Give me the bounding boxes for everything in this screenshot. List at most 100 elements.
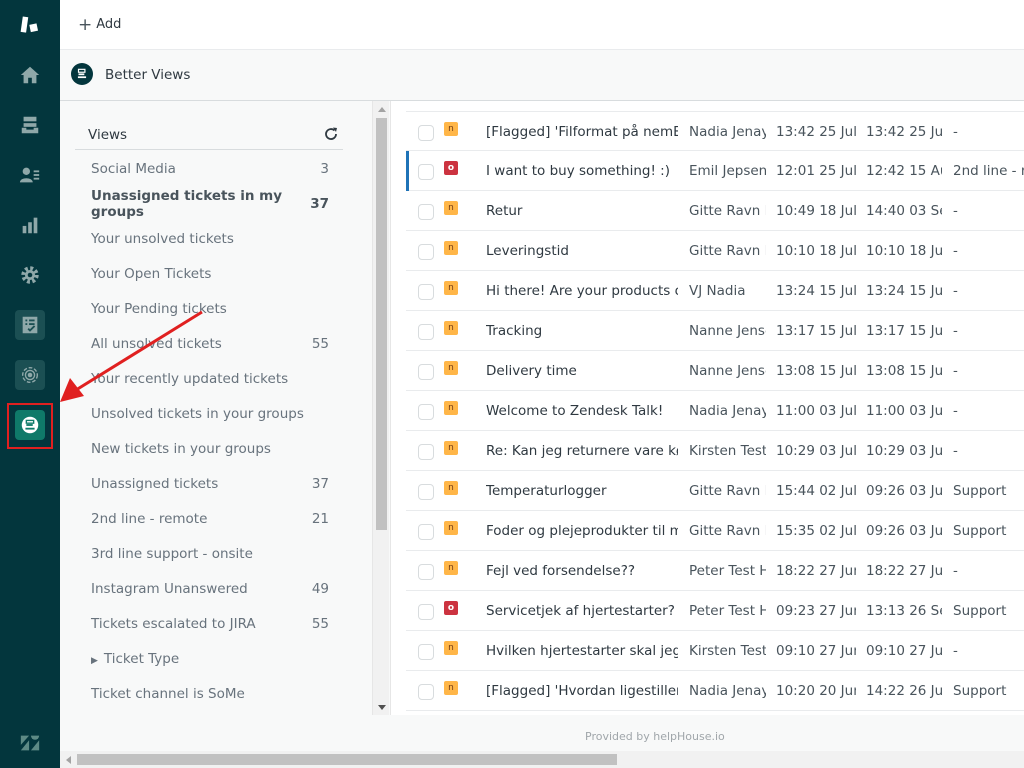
horizontal-scrollbar-thumb[interactable] <box>77 754 617 765</box>
ticket-subject[interactable]: Fejl ved forsendelse?? <box>486 563 678 579</box>
ticket-row[interactable]: n Tracking Nanne Jensen 13:17 15 Jul 13:17 1… <box>406 311 1024 351</box>
view-item[interactable]: Your recently updated tickets <box>75 361 343 396</box>
view-item[interactable]: 2nd line - remote 21 <box>75 501 343 536</box>
status-badge: n <box>444 122 458 136</box>
view-item[interactable]: Instagram Unanswered 49 <box>75 571 343 606</box>
ticket-row[interactable]: n Leveringstid Gitte Ravn H 10:10 18 Jul 10:… <box>406 231 1024 271</box>
scroll-up-arrow-icon[interactable] <box>378 107 386 112</box>
view-label: 2nd line - remote <box>91 510 208 527</box>
ticket-updated: 09:10 27 Jun <box>866 643 942 659</box>
ticket-subject[interactable]: [Flagged] 'Hvordan ligestiller I j <box>486 683 678 699</box>
ticket-checkbox[interactable] <box>418 604 434 620</box>
view-item[interactable]: Your Open Tickets <box>75 256 343 291</box>
view-item[interactable]: New tickets in your groups <box>75 431 343 466</box>
footer: Provided by helpHouse.io <box>60 715 1024 751</box>
views-scrollbar[interactable] <box>372 101 389 715</box>
ticket-group: - <box>953 403 958 419</box>
scrollbar-thumb[interactable] <box>376 118 387 530</box>
reporting-icon[interactable] <box>15 210 45 240</box>
ticket-row[interactable]: n Welcome to Zendesk Talk! Nadia Jenayah 11… <box>406 391 1024 431</box>
ticket-subject[interactable]: Re: Kan jeg returnere vare købt <box>486 443 678 459</box>
view-item[interactable]: ▶ Ticket Type <box>75 641 343 676</box>
views-inbox-icon[interactable] <box>15 110 45 140</box>
views-list: Social Media 3 Unassigned tickets in my gr… <box>75 151 343 711</box>
zendesk-logo-icon[interactable] <box>15 728 45 758</box>
ticket-subject[interactable]: Tracking <box>486 323 678 339</box>
ticket-row[interactable]: n Retur Gitte Ravn H 10:49 18 Jul 14:40 03 S… <box>406 191 1024 231</box>
view-item[interactable]: Unassigned tickets 37 <box>75 466 343 501</box>
ticket-checkbox[interactable] <box>418 524 434 540</box>
expand-triangle-icon[interactable]: ▶ <box>91 656 98 666</box>
ticket-checkbox[interactable] <box>418 444 434 460</box>
ticket-checkbox[interactable] <box>418 284 434 300</box>
annotation-highlight-box <box>7 403 53 449</box>
ticket-updated: 14:22 26 Jun <box>866 683 942 699</box>
ticket-subject[interactable]: Foder og plejeprodukter til min <box>486 523 678 539</box>
view-item[interactable]: Ticket channel is SoMe <box>75 676 343 711</box>
scroll-left-arrow-icon[interactable] <box>66 756 71 764</box>
view-label: Unassigned tickets <box>91 475 219 492</box>
ticket-updated: 10:10 18 Jul <box>866 243 942 259</box>
view-label: Tickets escalated to JIRA <box>91 615 256 632</box>
ticket-subject[interactable]: [Flagged] 'Filformat på nemEDI <box>486 124 678 140</box>
ticket-subject[interactable]: Temperaturlogger <box>486 483 678 499</box>
ticket-subject[interactable]: I want to buy something! :) <box>486 163 678 179</box>
zendesk-support-logo-icon[interactable] <box>15 10 45 40</box>
view-item[interactable]: Unsolved tickets in your groups <box>75 396 343 431</box>
ticket-row[interactable]: o I want to buy something! :) Emil Jepsen 1… <box>406 151 1024 191</box>
view-item[interactable]: Your unsolved tickets <box>75 221 343 256</box>
ticket-row[interactable]: n Fejl ved forsendelse?? Peter Test Hansen… <box>406 551 1024 591</box>
ticket-checkbox[interactable] <box>418 244 434 260</box>
view-item[interactable]: All unsolved tickets 55 <box>75 326 343 361</box>
ticket-row[interactable]: n Hvilken hjertestarter skal jeg va Kirste… <box>406 631 1024 671</box>
ticket-checkbox[interactable] <box>418 364 434 380</box>
ticket-checkbox[interactable] <box>418 125 434 141</box>
ticket-subject[interactable]: Servicetjek af hjertestarter? <box>486 603 678 619</box>
ticket-checkbox[interactable] <box>418 484 434 500</box>
ticket-subject[interactable]: Retur <box>486 203 678 219</box>
scroll-down-arrow-icon[interactable] <box>378 705 386 710</box>
view-label-wrap: Unsolved tickets in your groups <box>91 406 304 422</box>
admin-gear-icon[interactable] <box>15 260 45 290</box>
view-label: Unassigned tickets in my groups <box>91 187 283 220</box>
ticket-row[interactable]: n [Flagged] 'Filformat på nemEDI Nadia Jen… <box>406 111 1024 151</box>
ticket-checkbox[interactable] <box>418 204 434 220</box>
ticket-subject[interactable]: Hvilken hjertestarter skal jeg va <box>486 643 678 659</box>
ticket-row[interactable]: n Delivery time Nanne Jensen 13:08 15 Jul 13… <box>406 351 1024 391</box>
ticket-row[interactable]: n [Flagged] 'Hvordan ligestiller I j Nadia… <box>406 671 1024 711</box>
ticket-checkbox[interactable] <box>418 164 434 180</box>
customers-icon[interactable] <box>15 160 45 190</box>
orbit-app-icon[interactable] <box>15 360 45 390</box>
ticket-updated: 14:40 03 Sep <box>866 203 942 219</box>
ticket-group: - <box>953 563 958 579</box>
ticket-checkbox[interactable] <box>418 404 434 420</box>
view-label: Ticket channel is SoMe <box>91 685 245 702</box>
status-badge: o <box>444 161 458 175</box>
view-item[interactable]: Unassigned tickets in my groups 37 <box>75 186 343 221</box>
ticket-row[interactable]: n Re: Kan jeg returnere vare købt Kirsten … <box>406 431 1024 471</box>
ticket-subject[interactable]: Hi there! Are your products org <box>486 283 678 299</box>
home-icon[interactable] <box>15 60 45 90</box>
checklist-app-icon[interactable] <box>15 310 45 340</box>
ticket-subject[interactable]: Leveringstid <box>486 243 678 259</box>
ticket-row[interactable]: n Foder og plejeprodukter til min Gitte Ra… <box>406 511 1024 551</box>
ticket-row[interactable]: o Servicetjek af hjertestarter? Peter Test… <box>406 591 1024 631</box>
view-item[interactable]: 3rd line support - onsite <box>75 536 343 571</box>
view-item[interactable]: Your Pending tickets <box>75 291 343 326</box>
view-item[interactable]: Social Media 3 <box>75 151 343 186</box>
ticket-row[interactable]: n Temperaturlogger Gitte Ravn H 15:44 02 Ju… <box>406 471 1024 511</box>
ticket-created: 13:42 25 Jul <box>776 124 856 140</box>
add-button[interactable]: + Add <box>78 16 121 33</box>
ticket-checkbox[interactable] <box>418 324 434 340</box>
refresh-icon[interactable] <box>323 126 339 142</box>
ticket-checkbox[interactable] <box>418 564 434 580</box>
ticket-group: Support <box>953 523 1007 539</box>
ticket-checkbox[interactable] <box>418 684 434 700</box>
ticket-checkbox[interactable] <box>418 644 434 660</box>
ticket-row[interactable]: n Hi there! Are your products org VJ Nadia… <box>406 271 1024 311</box>
ticket-subject[interactable]: Delivery time <box>486 363 678 379</box>
horizontal-scrollbar[interactable] <box>60 751 1024 768</box>
view-item[interactable]: Tickets escalated to JIRA 55 <box>75 606 343 641</box>
ticket-subject[interactable]: Welcome to Zendesk Talk! <box>486 403 678 419</box>
ticket-created: 10:10 18 Jul <box>776 243 856 259</box>
